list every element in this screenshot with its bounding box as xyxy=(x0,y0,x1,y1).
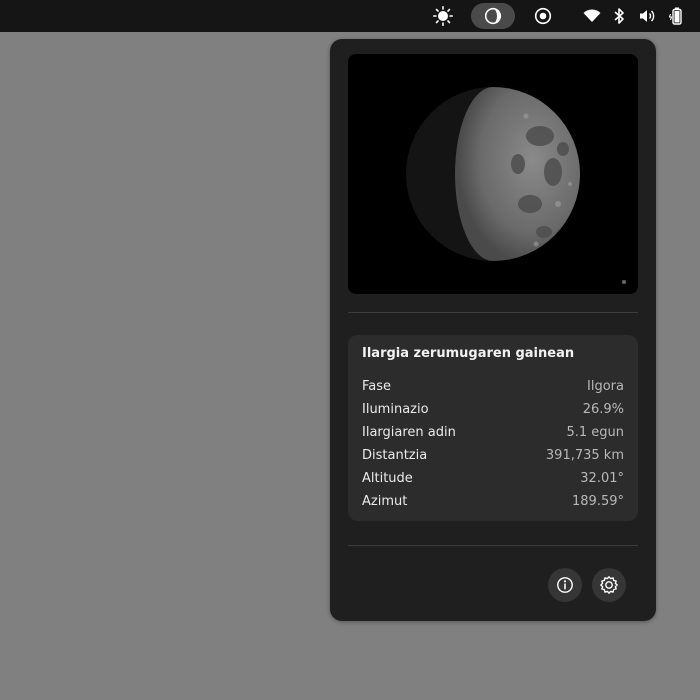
info-row-altitude: Altitude 32.01° xyxy=(362,467,624,490)
moon-image-indicator xyxy=(622,280,626,284)
settings-button[interactable] xyxy=(592,568,626,602)
info-row-age: Ilargiaren adin 5.1 egun xyxy=(362,421,624,444)
sun-icon[interactable] xyxy=(430,4,456,28)
info-row-phase: Fase Ilgora xyxy=(362,375,624,398)
info-button[interactable] xyxy=(548,568,582,602)
top-bar xyxy=(0,0,700,32)
info-row-azimuth: Azimut 189.59° xyxy=(362,490,624,513)
distance-value: 391,735 km xyxy=(545,448,624,463)
azimuth-value: 189.59° xyxy=(572,494,624,509)
moon-info-card: Ilargia zerumugaren gainean Fase Ilgora … xyxy=(348,335,638,521)
azimuth-label: Azimut xyxy=(362,494,408,509)
age-value: 5.1 egun xyxy=(566,425,624,440)
wifi-icon[interactable] xyxy=(582,4,602,28)
illumination-label: Iluminazio xyxy=(362,402,429,417)
moon-phase-popup: Ilargia zerumugaren gainean Fase Ilgora … xyxy=(330,39,656,621)
info-row-illumination: Iluminazio 26.9% xyxy=(362,398,624,421)
altitude-label: Altitude xyxy=(362,471,413,486)
separator xyxy=(348,545,638,546)
card-title: Ilargia zerumugaren gainean xyxy=(362,346,575,361)
altitude-value: 32.01° xyxy=(580,471,624,486)
settings-icon xyxy=(600,576,618,594)
night-light-icon[interactable] xyxy=(530,4,556,28)
moon-phase-icon[interactable] xyxy=(471,3,515,29)
info-row-distance: Distantzia 391,735 km xyxy=(362,444,624,467)
illumination-value: 26.9% xyxy=(582,402,624,417)
moon-image xyxy=(348,54,638,294)
phase-value: Ilgora xyxy=(587,379,624,394)
battery-icon[interactable] xyxy=(667,4,687,28)
volume-icon[interactable] xyxy=(638,4,658,28)
info-icon xyxy=(557,577,573,593)
distance-label: Distantzia xyxy=(362,448,428,463)
bluetooth-icon[interactable] xyxy=(611,4,627,28)
separator xyxy=(348,312,638,313)
age-label: Ilargiaren adin xyxy=(362,425,456,440)
phase-label: Fase xyxy=(362,379,392,394)
